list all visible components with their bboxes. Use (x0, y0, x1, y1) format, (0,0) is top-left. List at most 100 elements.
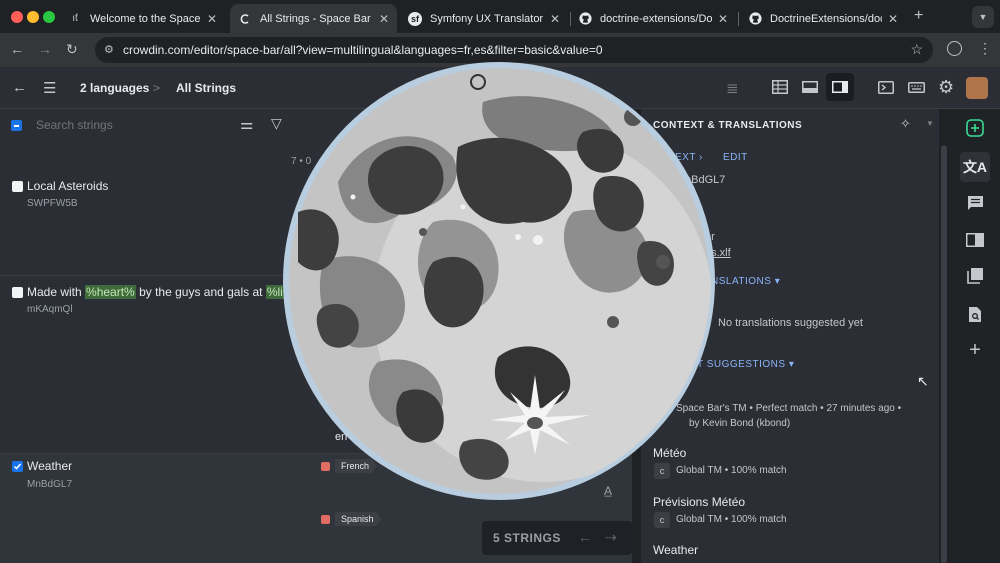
minimize-window-button[interactable] (27, 11, 39, 23)
no-translations-message: No translations suggested yet (718, 317, 863, 329)
source-string-text: Local Asteroids (27, 179, 109, 193)
string-id: mKAqmQl (27, 304, 73, 315)
string-id: MnBdGL7 (27, 479, 73, 490)
source-string-text: Made with %heart% by the guys and gals a… (27, 285, 308, 299)
source-string-text: Weather (27, 459, 73, 473)
mouse-cursor-icon: ↖ (917, 373, 929, 389)
file-search-icon[interactable] (960, 299, 990, 329)
url-text: crowdin.com/editor/space-bar/all?view=mu… (123, 43, 603, 57)
spanish-status-icon (321, 515, 330, 524)
pin-icon[interactable]: ✧ (900, 116, 911, 132)
forward-arrow-icon[interactable]: → (38, 41, 52, 57)
github-icon (578, 12, 592, 26)
filter-settings-icon[interactable]: ⚌ (240, 115, 253, 133)
moon-bright-spot (515, 234, 521, 240)
tab-title: Welcome to the SpaceBar (90, 12, 201, 25)
suggestion-meta: Global TM • 100% match (676, 514, 787, 525)
breadcrumb-all-strings[interactable]: All Strings (176, 81, 236, 95)
match-quality: Perfect match (755, 403, 818, 414)
tm-source: Global TM (676, 514, 722, 525)
match-quality: 100% match (731, 465, 787, 476)
moon-bright-spot (460, 204, 466, 210)
close-tab-icon[interactable]: ✕ (550, 12, 560, 26)
chevron-right-icon: > (153, 81, 161, 95)
row-checkbox[interactable] (12, 287, 23, 298)
tab-title: doctrine-extensions/Doct (600, 12, 712, 25)
back-arrow-icon[interactable]: ← (12, 79, 27, 96)
tab-title: All Strings - Space Bar - C (260, 12, 373, 25)
side-by-side-view-icon[interactable] (796, 73, 824, 101)
site-info-icon[interactable]: ⚙ (104, 43, 114, 56)
glossary-icon[interactable] (960, 225, 990, 255)
browser-tab-doctrine-extensions[interactable]: doctrine-extensions/Doct ✕ (570, 4, 736, 33)
row-checkbox[interactable] (12, 181, 23, 192)
suggestion-time: 27 minutes ago (826, 403, 895, 414)
moon-crater (607, 316, 619, 328)
moon-bright-spot (350, 194, 356, 200)
new-tab-icon[interactable]: + (914, 7, 923, 25)
translate-icon[interactable]: 文A (960, 152, 990, 182)
tab-title: DoctrineExtensions/doc/t (770, 12, 882, 25)
tab-search-icon[interactable]: ▼ (972, 6, 994, 28)
select-all-checkbox[interactable] (11, 120, 22, 131)
crowdin-tm-icon: c (654, 512, 670, 528)
string-text-part: by the guys and gals at (135, 285, 266, 299)
filter-icon[interactable]: ▽ (271, 115, 282, 132)
comfortable-view-icon[interactable] (826, 73, 854, 101)
browser-tab-welcome[interactable]: ıƭ Welcome to the SpaceBar ✕ (60, 4, 225, 33)
breadcrumb-languages[interactable]: 2 languages (80, 81, 149, 95)
spacebar-logo-icon: ıƭ (72, 13, 78, 24)
string-id: SWPFW5B (27, 198, 78, 209)
strings-count: 5 STRINGS (493, 531, 561, 545)
close-tab-icon[interactable]: ✕ (207, 12, 217, 26)
close-tab-icon[interactable]: ✕ (379, 12, 389, 26)
address-bar[interactable]: ⚙ crowdin.com/editor/space-bar/all?view=… (95, 37, 933, 63)
reload-icon[interactable]: ↻ (66, 41, 78, 58)
placeholder-highlight: %heart% (85, 285, 136, 299)
profile-icon[interactable] (947, 41, 962, 56)
back-arrow-icon[interactable]: ← (10, 41, 24, 57)
browser-tab-symfony[interactable]: sf Symfony UX Translator Dc ✕ (400, 4, 568, 33)
browser-menu-icon[interactable]: ⋮ (978, 40, 992, 57)
moon-illustration (283, 62, 715, 500)
row-checkbox-checked[interactable] (12, 461, 23, 472)
maximize-window-button[interactable] (43, 11, 55, 23)
right-tool-sidebar: 文A + (950, 109, 1000, 563)
crowdin-icon (238, 12, 252, 26)
language-tag-spanish: Spanish (335, 512, 382, 526)
ai-assistant-icon[interactable] (960, 113, 990, 143)
browser-tab-strip: ıƭ Welcome to the SpaceBar ✕ All Strings… (0, 0, 1000, 33)
hamburger-menu-icon[interactable]: ☰ (43, 79, 56, 97)
table-view-icon[interactable] (766, 73, 794, 101)
browser-tab-all-strings[interactable]: All Strings - Space Bar - C ✕ (230, 4, 397, 33)
tab-divider (738, 12, 739, 26)
match-quality: 100% match (731, 514, 787, 525)
moon-crater (656, 255, 670, 269)
comments-icon[interactable] (960, 188, 990, 218)
close-tab-icon[interactable]: ✕ (718, 12, 728, 26)
search-strings-input[interactable] (36, 116, 226, 134)
translations-heading-label: NSLATIONS (711, 276, 772, 287)
keyboard-icon[interactable] (902, 73, 930, 101)
suggestion-text[interactable]: Weather (653, 543, 698, 557)
text-format-icon[interactable]: ≣ (726, 79, 739, 97)
edit-context-link[interactable]: EDIT (723, 152, 748, 163)
translations-section-heading[interactable]: NSLATIONS ▾ (711, 276, 780, 287)
add-tool-icon[interactable]: + (960, 335, 990, 365)
moon-crater (419, 228, 427, 236)
previous-arrow-icon[interactable]: ← (578, 529, 592, 545)
panel-scrollbar[interactable] (941, 145, 947, 563)
next-arrow-icon[interactable]: ⇢ (605, 529, 617, 546)
chevron-down-icon[interactable]: ▼ (926, 119, 934, 128)
browser-tab-doctrine-docs[interactable]: DoctrineExtensions/doc/t ✕ (740, 4, 906, 33)
bookmark-star-icon[interactable]: ☆ (910, 41, 923, 58)
close-tab-icon[interactable]: ✕ (888, 12, 898, 26)
symfony-icon: sf (408, 11, 422, 26)
strings-counter-bar: 5 STRINGS ← ⇢ (482, 521, 632, 555)
user-avatar[interactable] (966, 77, 988, 99)
settings-gear-icon[interactable]: ⚙ (938, 77, 954, 98)
string-text-part: Made with (27, 285, 86, 299)
terminal-icon[interactable] (872, 73, 900, 101)
translation-memory-icon[interactable] (960, 261, 990, 291)
close-window-button[interactable] (11, 11, 23, 23)
